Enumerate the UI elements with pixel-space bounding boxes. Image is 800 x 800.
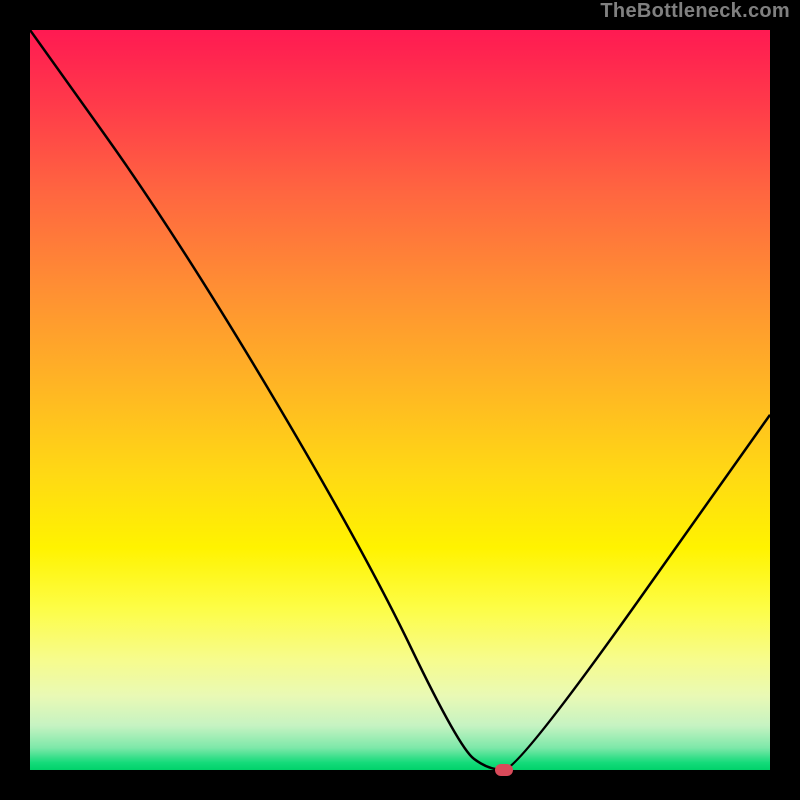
watermark-text: TheBottleneck.com: [600, 0, 790, 23]
optimal-point-marker: [495, 764, 513, 776]
chart-frame: [30, 30, 770, 770]
bottleneck-curve: [30, 30, 770, 770]
